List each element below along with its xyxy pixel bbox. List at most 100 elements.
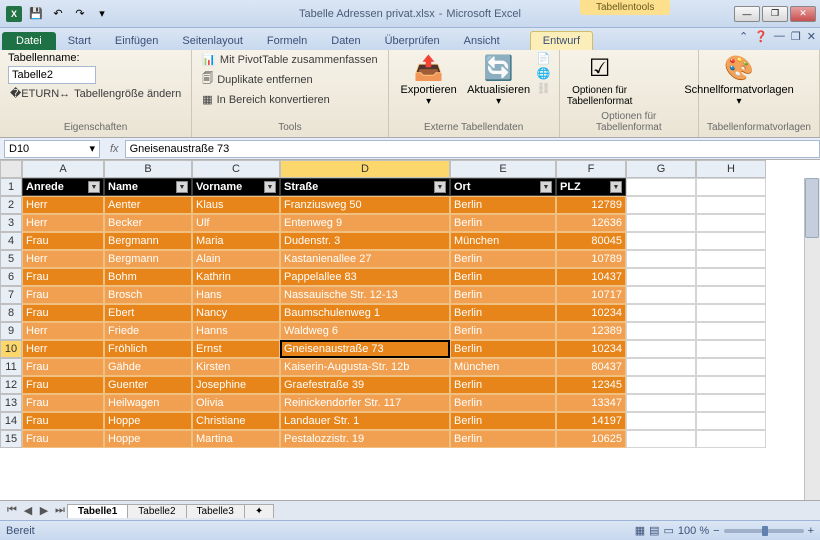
view-break-icon[interactable]: ▭ [664,524,674,537]
cell-G11[interactable] [626,358,696,376]
cell-A11[interactable]: Frau [22,358,104,376]
sheet-tab-3[interactable]: Tabelle3 [186,504,245,518]
cell-D2[interactable]: Franziusweg 50 [280,196,450,214]
cell-D13[interactable]: Reinickendorfer Str. 117 [280,394,450,412]
tab-start[interactable]: Start [56,32,103,50]
cell-C4[interactable]: Maria [192,232,280,250]
cell-B2[interactable]: Aenter [104,196,192,214]
cell-D6[interactable]: Pappelallee 83 [280,268,450,286]
cell-H14[interactable] [696,412,766,430]
col-header-H[interactable]: H [696,160,766,178]
col-header-B[interactable]: B [104,160,192,178]
doc-close-icon[interactable]: ✕ [807,30,816,43]
scroll-thumb[interactable] [805,178,819,238]
cell-H1[interactable] [696,178,766,196]
col-header-F[interactable]: F [556,160,626,178]
cell-H2[interactable] [696,196,766,214]
cell-D4[interactable]: Dudenstr. 3 [280,232,450,250]
next-sheet-button[interactable]: ▶ [36,504,52,517]
row-header-7[interactable]: 7 [0,286,22,304]
cell-E8[interactable]: Berlin [450,304,556,322]
cell-D7[interactable]: Nassauische Str. 12-13 [280,286,450,304]
filter-dropdown-icon[interactable]: ▼ [434,181,446,193]
cell-A10[interactable]: Herr [22,340,104,358]
table-name-input[interactable] [8,66,96,84]
filter-dropdown-icon[interactable]: ▼ [88,181,100,193]
row-header-3[interactable]: 3 [0,214,22,232]
cell-G5[interactable] [626,250,696,268]
cell-F14[interactable]: 14197 [556,412,626,430]
cell-C10[interactable]: Ernst [192,340,280,358]
table-header-straße[interactable]: Straße▼ [280,178,450,196]
cell-G13[interactable] [626,394,696,412]
cell-E14[interactable]: Berlin [450,412,556,430]
cell-E2[interactable]: Berlin [450,196,556,214]
cell-C7[interactable]: Hans [192,286,280,304]
table-header-vorname[interactable]: Vorname▼ [192,178,280,196]
cell-D3[interactable]: Entenweg 9 [280,214,450,232]
cell-D11[interactable]: Kaiserin-Augusta-Str. 12b [280,358,450,376]
maximize-button[interactable]: ❐ [762,6,788,22]
cell-F9[interactable]: 12389 [556,322,626,340]
cell-G9[interactable] [626,322,696,340]
filter-dropdown-icon[interactable]: ▼ [610,181,622,193]
cell-G14[interactable] [626,412,696,430]
remove-dup-button[interactable]: 🗐Duplikate entfernen [200,69,379,90]
export-button[interactable]: 📤Exportieren ▾ [397,52,461,109]
row-header-15[interactable]: 15 [0,430,22,448]
minimize-button[interactable]: — [734,6,760,22]
cell-D9[interactable]: Waldweg 6 [280,322,450,340]
row-header-9[interactable]: 9 [0,322,22,340]
row-header-6[interactable]: 6 [0,268,22,286]
cell-D14[interactable]: Landauer Str. 1 [280,412,450,430]
tab-einfuegen[interactable]: Einfügen [103,32,170,50]
row-header-13[interactable]: 13 [0,394,22,412]
cell-E7[interactable]: Berlin [450,286,556,304]
cell-B7[interactable]: Brosch [104,286,192,304]
cell-F3[interactable]: 12636 [556,214,626,232]
first-sheet-button[interactable]: ⏮ [4,504,20,517]
row-header-10[interactable]: 10 [0,340,22,358]
cell-G12[interactable] [626,376,696,394]
cell-A5[interactable]: Herr [22,250,104,268]
col-header-D[interactable]: D [280,160,450,178]
cell-E13[interactable]: Berlin [450,394,556,412]
cell-H15[interactable] [696,430,766,448]
cell-F13[interactable]: 13347 [556,394,626,412]
cell-G10[interactable] [626,340,696,358]
cell-E6[interactable]: Berlin [450,268,556,286]
tab-formeln[interactable]: Formeln [255,32,319,50]
cell-H12[interactable] [696,376,766,394]
fx-button[interactable]: fx [104,143,125,155]
qat-customize[interactable]: ▾ [92,4,112,24]
table-header-ort[interactable]: Ort▼ [450,178,556,196]
convert-range-button[interactable]: ▦In Bereich konvertieren [200,92,379,107]
zoom-out-button[interactable]: − [713,525,719,537]
cell-E9[interactable]: Berlin [450,322,556,340]
cell-F11[interactable]: 80437 [556,358,626,376]
sheet-tab-1[interactable]: Tabelle1 [67,504,128,518]
cell-C12[interactable]: Josephine [192,376,280,394]
save-button[interactable]: 💾 [26,4,46,24]
minimize-ribbon-icon[interactable]: ⌃ [739,30,748,43]
cell-H6[interactable] [696,268,766,286]
resize-table-button[interactable]: �ETURN↔Tabellengröße ändern [8,86,183,101]
doc-min-icon[interactable]: — [774,30,785,43]
cell-H3[interactable] [696,214,766,232]
cell-H4[interactable] [696,232,766,250]
tab-ueberpruefen[interactable]: Überprüfen [373,32,452,50]
cell-B15[interactable]: Hoppe [104,430,192,448]
cell-C11[interactable]: Kirsten [192,358,280,376]
cell-B4[interactable]: Bergmann [104,232,192,250]
cell-D5[interactable]: Kastanienallee 27 [280,250,450,268]
cell-A6[interactable]: Frau [22,268,104,286]
cell-F15[interactable]: 10625 [556,430,626,448]
cell-C3[interactable]: Ulf [192,214,280,232]
cell-F6[interactable]: 10437 [556,268,626,286]
cell-A9[interactable]: Herr [22,322,104,340]
tab-ansicht[interactable]: Ansicht [452,32,512,50]
cell-A12[interactable]: Frau [22,376,104,394]
table-header-plz[interactable]: PLZ▼ [556,178,626,196]
help-icon[interactable]: ❓ [754,30,768,43]
cell-H11[interactable] [696,358,766,376]
